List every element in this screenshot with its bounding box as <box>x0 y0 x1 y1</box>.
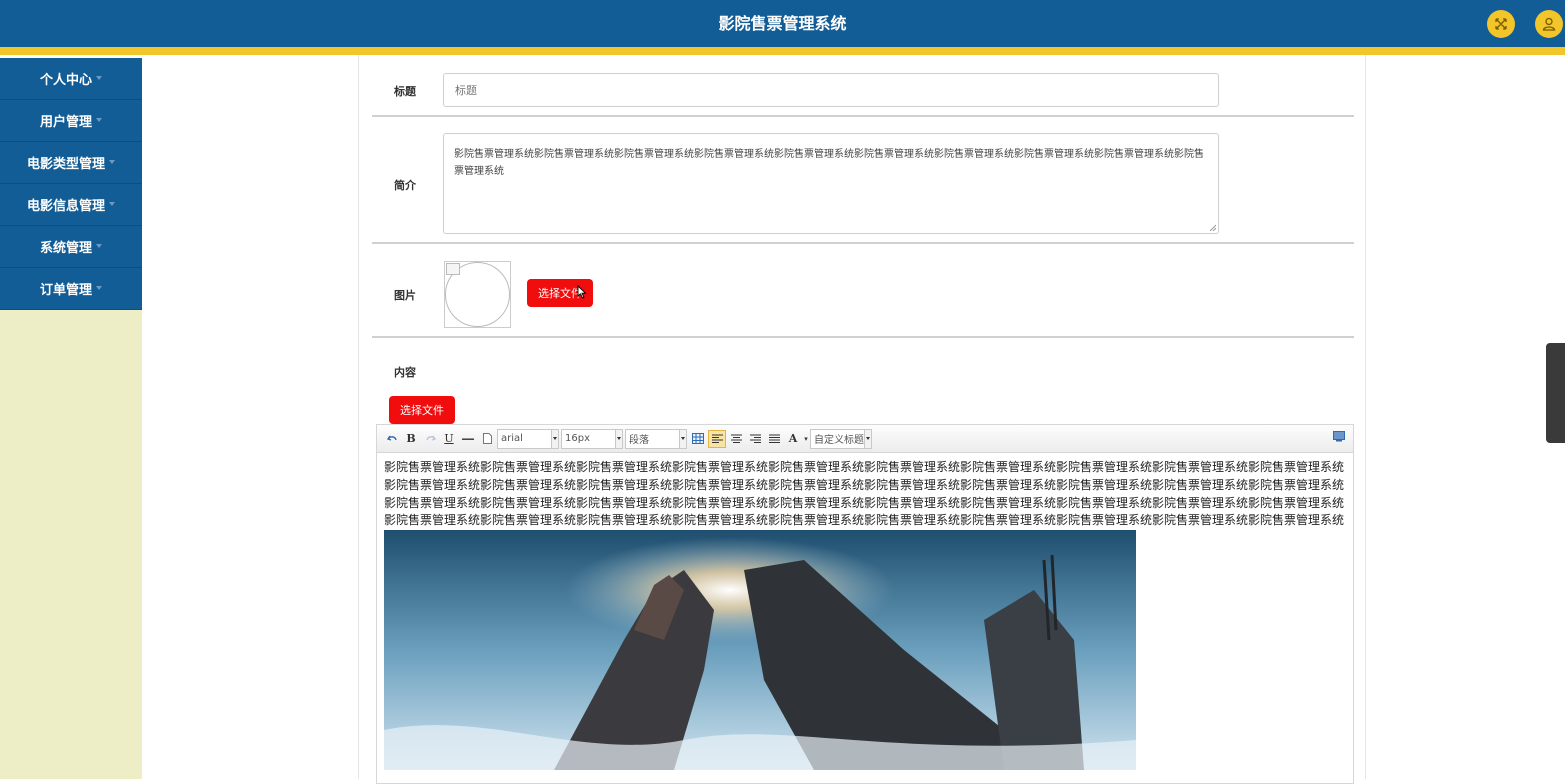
broken-image-icon <box>446 263 460 275</box>
sidebar-item-system-management[interactable]: 系统管理 <box>0 226 142 268</box>
sidebar-item-label: 订单管理 <box>39 283 92 298</box>
dropdown-arrow-icon <box>864 429 871 448</box>
user-icon <box>1542 17 1556 31</box>
font-family-value: arial <box>501 433 523 444</box>
horizontal-rule-icon[interactable] <box>459 430 477 448</box>
underline-icon[interactable]: U <box>440 430 458 448</box>
row-divider <box>372 336 1354 338</box>
row-divider <box>372 115 1354 117</box>
choose-content-file-button[interactable]: 选择文件 <box>389 396 455 424</box>
caret-down-icon <box>109 159 115 164</box>
intro-text: 影院售票管理系统影院售票管理系统影院售票管理系统影院售票管理系统影院售票管理系统… <box>454 149 1204 177</box>
movie-poster-image <box>384 530 1136 771</box>
font-family-select[interactable]: arial <box>497 428 559 449</box>
title-label: 标题 <box>394 85 416 98</box>
custom-heading-value: 自定义标题 <box>814 435 864 446</box>
dropdown-arrow-icon <box>615 429 622 448</box>
sidebar-item-label: 电影信息管理 <box>26 199 105 214</box>
row-divider <box>372 242 1354 244</box>
user-button[interactable] <box>1535 10 1563 38</box>
sidebar-item-user-management[interactable]: 用户管理 <box>0 100 142 142</box>
font-color-dropdown-icon[interactable]: ▾ <box>803 430 809 448</box>
sidebar: 个人中心 用户管理 电影类型管理 电影信息管理 系统管理 订单管理 <box>0 58 142 779</box>
caret-down-icon <box>96 117 102 122</box>
table-icon[interactable] <box>689 430 707 448</box>
bold-icon[interactable]: B <box>402 430 420 448</box>
align-justify-icon[interactable] <box>765 430 783 448</box>
caret-down-icon <box>96 243 102 248</box>
expand-icon <box>1495 18 1507 30</box>
sidebar-item-movie-info-management[interactable]: 电影信息管理 <box>0 184 142 226</box>
app-title: 影院售票管理系统 <box>718 14 847 33</box>
new-document-icon[interactable] <box>478 430 496 448</box>
sidebar-item-movie-type-management[interactable]: 电影类型管理 <box>0 142 142 184</box>
fullscreen-button[interactable] <box>1487 10 1515 38</box>
source-code-icon[interactable] <box>1333 431 1345 442</box>
image-preview <box>444 261 511 328</box>
sidebar-item-personal-center[interactable]: 个人中心 <box>0 58 142 100</box>
caret-down-icon <box>96 285 102 290</box>
form-panel: 标题 简介 影院售票管理系统影院售票管理系统影院售票管理系统影院售票管理系统影院… <box>358 55 1366 784</box>
editor-toolbar: B U arial 16px 段落 A ▾ 自定义标题 <box>377 425 1353 453</box>
image-label: 图片 <box>394 289 416 302</box>
font-size-value: 16px <box>565 433 590 444</box>
editor-content[interactable]: 影院售票管理系统影院售票管理系统影院售票管理系统影院售票管理系统影院售票管理系统… <box>377 453 1353 784</box>
content-label: 内容 <box>394 366 416 379</box>
align-right-icon[interactable] <box>746 430 764 448</box>
intro-textarea[interactable]: 影院售票管理系统影院售票管理系统影院售票管理系统影院售票管理系统影院售票管理系统… <box>443 133 1219 234</box>
dropdown-arrow-icon <box>679 429 686 448</box>
sidebar-item-label: 电影类型管理 <box>26 157 105 172</box>
custom-heading-select[interactable]: 自定义标题 <box>810 428 872 449</box>
mouse-cursor-icon <box>577 285 587 299</box>
font-size-select[interactable]: 16px <box>561 428 623 449</box>
font-color-icon[interactable]: A <box>784 430 802 448</box>
rich-text-editor: B U arial 16px 段落 A ▾ 自定义标题 影院售票管理系统影院售票… <box>376 424 1354 784</box>
title-input[interactable] <box>443 73 1219 107</box>
undo-icon[interactable] <box>383 430 401 448</box>
align-center-icon[interactable] <box>727 430 745 448</box>
paragraph-select[interactable]: 段落 <box>625 428 687 449</box>
paragraph-value: 段落 <box>629 435 649 446</box>
caret-down-icon <box>96 75 102 80</box>
top-header: 影院售票管理系统 <box>0 0 1565 47</box>
caret-down-icon <box>109 201 115 206</box>
sidebar-item-label: 个人中心 <box>39 73 92 88</box>
sidebar-item-label: 系统管理 <box>39 241 92 256</box>
intro-label: 简介 <box>394 179 416 192</box>
redo-icon[interactable] <box>421 430 439 448</box>
sidebar-item-label: 用户管理 <box>39 115 92 130</box>
sidebar-item-order-management[interactable]: 订单管理 <box>0 268 142 310</box>
floating-side-tab[interactable] <box>1546 343 1565 443</box>
align-left-icon[interactable] <box>708 429 726 448</box>
resize-grip-icon[interactable] <box>1209 224 1216 231</box>
dropdown-arrow-icon <box>551 429 558 448</box>
editor-text: 影院售票管理系统影院售票管理系统影院售票管理系统影院售票管理系统影院售票管理系统… <box>384 460 1345 528</box>
header-accent-stripe <box>0 47 1565 55</box>
